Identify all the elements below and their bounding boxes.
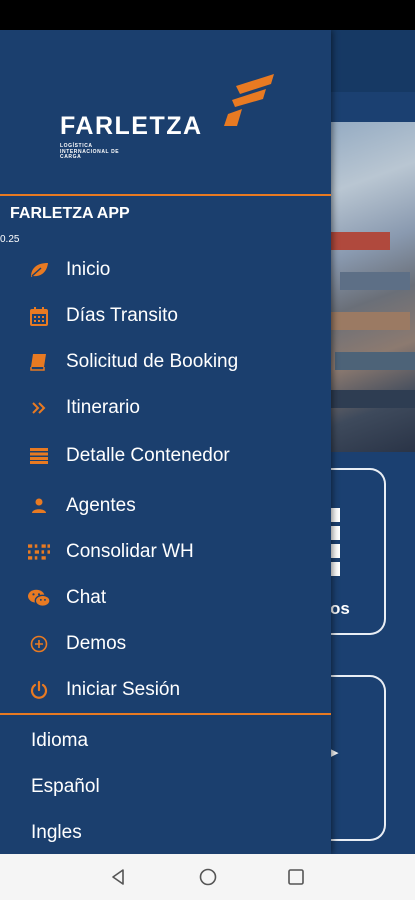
menu-item-label: Días Transito <box>66 305 178 326</box>
back-icon[interactable] <box>108 866 130 888</box>
recents-icon[interactable] <box>285 866 307 888</box>
menu-item-inicio[interactable]: Inicio <box>0 250 331 290</box>
person-icon <box>28 495 50 517</box>
logo-wordmark: FARLETZA <box>60 112 203 140</box>
farletza-logo: FARLETZA LOGÍSTICA INTERNACIONAL DE CARG… <box>60 74 274 160</box>
menu-item-detalle-contenedor[interactable]: Detalle Contenedor <box>0 436 331 476</box>
menu-item-solicitud-booking[interactable]: Solicitud de Booking <box>0 342 331 382</box>
system-nav-bar <box>0 854 415 900</box>
logo-f-icon <box>224 74 274 126</box>
menu-item-itinerario[interactable]: Itinerario <box>0 388 331 428</box>
menu-item-label: Agentes <box>66 495 136 516</box>
menu-item-label: Detalle Contenedor <box>66 445 230 466</box>
menu-item-dias-transito[interactable]: Días Transito <box>0 296 331 336</box>
book-icon <box>28 351 50 373</box>
plus-circle-icon <box>28 633 50 655</box>
menu-item-chat[interactable]: Chat <box>0 578 331 618</box>
list-icon <box>28 445 50 467</box>
menu-item-demos[interactable]: Demos <box>0 624 331 664</box>
power-icon <box>28 679 50 701</box>
menu-item-agentes[interactable]: Agentes <box>0 486 331 526</box>
home-card-1-label: os <box>330 599 350 618</box>
menu-item-idioma[interactable]: Idioma <box>31 730 88 752</box>
status-bar <box>0 0 415 30</box>
menu-item-label: Inicio <box>66 259 111 280</box>
wechat-icon <box>28 587 50 609</box>
chevron-right-icon: ▸ <box>331 744 339 761</box>
menu-item-ingles[interactable]: Ingles <box>31 822 82 844</box>
drawer-app-title: FARLETZA APP <box>10 205 130 222</box>
menu-item-consolidar-wh[interactable]: Consolidar WH <box>0 532 331 572</box>
menu-item-label: Chat <box>66 587 107 608</box>
menu-item-label: Itinerario <box>66 397 140 418</box>
menu-item-label: Demos <box>66 633 127 654</box>
menu-item-espanol[interactable]: Español <box>31 776 100 798</box>
menu-item-label: Consolidar WH <box>66 541 194 562</box>
divider-top <box>0 194 331 196</box>
calendar-icon <box>28 305 50 327</box>
leaf-icon <box>28 259 50 281</box>
menu-item-iniciar-sesion[interactable]: Iniciar Sesión <box>0 670 331 710</box>
menu-item-label: Solicitud de Booking <box>66 351 239 372</box>
barcode-grid-icon <box>28 541 50 563</box>
double-chevron-right-icon <box>28 397 50 419</box>
app-version: 0.25 <box>0 234 20 245</box>
divider-bottom <box>0 713 331 715</box>
logo-tagline: LOGÍSTICA INTERNACIONAL DE CARGA <box>60 143 120 160</box>
home-icon[interactable] <box>197 866 219 888</box>
navigation-drawer: FARLETZA LOGÍSTICA INTERNACIONAL DE CARG… <box>0 30 331 854</box>
menu-item-label: Iniciar Sesión <box>66 679 181 700</box>
